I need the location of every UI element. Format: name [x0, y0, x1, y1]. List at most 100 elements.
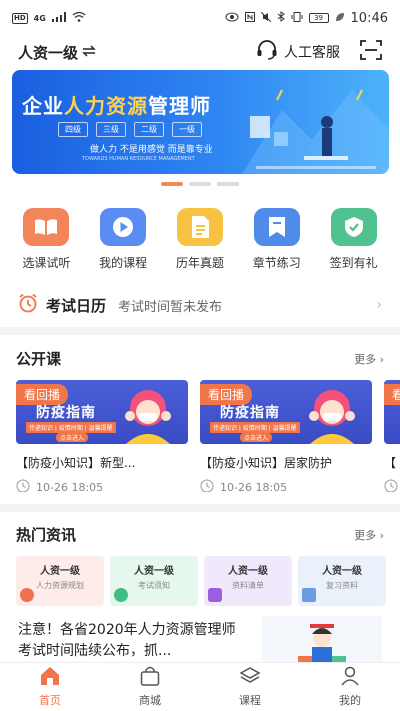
- tab-label: 课程: [239, 694, 261, 707]
- home-icon: [39, 666, 61, 689]
- section-divider: [0, 327, 400, 335]
- battery-indicator: 39: [308, 13, 329, 23]
- customer-service-button[interactable]: 人工客服: [256, 40, 340, 64]
- carousel-dot[interactable]: [217, 182, 239, 186]
- quick-action-label: 历年真题: [175, 256, 224, 270]
- thumbnail-button: 点击进入: [240, 433, 273, 442]
- calendar-status: 考试时间暂未发布: [118, 299, 223, 315]
- quick-action-label: 我的课程: [99, 256, 148, 270]
- course-card[interactable]: 看 【: [384, 380, 400, 492]
- top-bar: 人资一级 人工客服: [0, 36, 400, 68]
- course-time: 10-26 18:05: [200, 479, 372, 492]
- level-switcher[interactable]: 人资一级: [18, 42, 96, 63]
- news-more-link[interactable]: 更多 ›: [354, 527, 384, 543]
- tab-label: 我的: [339, 694, 361, 707]
- news-category-cards: 人资一级 人力资源规划 人资一级 考试须知 人资一级 资料清单 人资一级 复习资…: [16, 556, 400, 606]
- thumbnail-subtitle: 传递知识 | 疫情时期 | 温馨提醒: [210, 422, 300, 433]
- carousel-dots: [0, 182, 400, 186]
- hd-badge: HD: [12, 12, 28, 24]
- course-time: [384, 479, 400, 492]
- banner-levels: 四级 三级 二级 一级: [58, 122, 202, 137]
- leaf-icon: [335, 12, 345, 25]
- news-title: 热门资讯: [16, 526, 77, 544]
- nfc-icon: [244, 11, 255, 25]
- exam-calendar[interactable]: 考试日历 考试时间暂未发布 ›: [0, 283, 400, 327]
- quick-action-past-papers[interactable]: 历年真题: [168, 208, 232, 271]
- banner-title: 企业人力资源管理师: [22, 94, 211, 118]
- quick-action-label: 选课试听: [22, 256, 71, 270]
- course-time: 10-26 18:05: [16, 479, 188, 492]
- tab-label: 首页: [39, 694, 61, 707]
- course-thumbnail: 看回播 防疫指南 传递知识 | 疫情时期 | 温馨提醒 点击进入: [200, 380, 372, 444]
- news-headline[interactable]: 注意！各省2020年人力资源管理师考试时间陆续公布，抓...: [18, 620, 248, 662]
- user-icon: [339, 666, 361, 689]
- status-bar: HD 4G 39 10:46: [0, 0, 400, 36]
- course-card[interactable]: 看回播 防疫指南 传递知识 | 疫情时期 | 温馨提醒 点击进入 【防疫小知识】…: [16, 380, 188, 492]
- tab-label: 商城: [139, 694, 161, 707]
- course-thumbnail: 看: [384, 380, 400, 444]
- masked-person-illustration: [302, 386, 362, 444]
- course-carousel: 看回播 防疫指南 传递知识 | 疫情时期 | 温馨提醒 点击进入 【防疫小知识】…: [16, 380, 400, 492]
- course-name: 【防疫小知识】居家防护: [200, 456, 333, 470]
- shop-bag-icon: [139, 666, 161, 689]
- news-card[interactable]: 人资一级 考试须知: [110, 556, 198, 606]
- carousel-dot[interactable]: [161, 182, 183, 186]
- banner-slogan: 做人力 不是用感觉 而是靠专业: [90, 145, 213, 155]
- scan-icon[interactable]: [360, 40, 382, 64]
- news-card[interactable]: 人资一级 人力资源规划: [16, 556, 104, 606]
- signal-label: 4G: [33, 13, 46, 23]
- quick-action-label: 章节练习: [252, 256, 301, 270]
- tab-courses[interactable]: 课程: [200, 663, 300, 711]
- flame-icon: [20, 588, 34, 602]
- thumbnail-title: 防疫指南: [36, 405, 96, 421]
- books-icon: [302, 588, 316, 602]
- open-course-header: 公开课 更多 ›: [0, 348, 400, 369]
- book-icon: [23, 208, 70, 246]
- swap-icon: [82, 43, 96, 61]
- quick-action-label: 签到有礼: [329, 256, 378, 270]
- promo-banner[interactable]: 企业人力资源管理师 四级 三级 二级 一级 做人力 不是用感觉 而是靠专业 TOWAR…: [12, 70, 389, 174]
- bag-icon: [208, 588, 222, 602]
- quick-action-trial[interactable]: 选课试听: [14, 208, 78, 271]
- clock-icon: [384, 479, 398, 492]
- play-icon: [100, 208, 147, 246]
- open-course-title: 公开课: [16, 350, 62, 368]
- banner-subtitle: TOWARDS HUMAN RESOURCE MANAGEMENT: [82, 156, 195, 162]
- clock-icon: [16, 479, 30, 492]
- service-label: 人工客服: [284, 45, 340, 61]
- carousel-dot[interactable]: [189, 182, 211, 186]
- eye-icon: [225, 12, 239, 25]
- news-header: 热门资讯 更多 ›: [0, 524, 400, 545]
- section-divider: [0, 504, 400, 512]
- course-name: 【防疫小知识】新型...: [16, 456, 136, 470]
- masked-person-illustration: [118, 386, 178, 444]
- quick-actions: 选课试听 我的课程 历年真题 章节练习 签到有礼: [0, 208, 400, 271]
- mute-icon: [260, 11, 271, 25]
- bookmark-icon: [253, 208, 300, 246]
- tab-shop[interactable]: 商城: [100, 663, 200, 711]
- course-thumbnail: 看回播 防疫指南 传递知识 | 疫情时期 | 温馨提醒 点击进入: [16, 380, 188, 444]
- layers-icon: [239, 666, 261, 689]
- quick-action-checkin[interactable]: 签到有礼: [322, 208, 386, 271]
- open-course-more-link[interactable]: 更多 ›: [354, 351, 384, 367]
- check-shield-icon: [330, 208, 377, 246]
- quick-action-chapter-practice[interactable]: 章节练习: [245, 208, 309, 271]
- alarm-clock-icon: [18, 293, 38, 317]
- thumbnail-subtitle: 传递知识 | 疫情时期 | 温馨提醒: [26, 422, 116, 433]
- tab-mine[interactable]: 我的: [300, 663, 400, 711]
- level-label: 人资一级: [18, 43, 79, 62]
- quick-action-my-courses[interactable]: 我的课程: [91, 208, 155, 271]
- headset-icon: [256, 40, 278, 64]
- student-illustration: [262, 616, 382, 664]
- tab-home[interactable]: 首页: [0, 663, 100, 711]
- news-thumbnail[interactable]: [262, 616, 382, 664]
- news-card[interactable]: 人资一级 复习资料: [298, 556, 386, 606]
- course-card[interactable]: 看回播 防疫指南 传递知识 | 疫情时期 | 温馨提醒 点击进入 【防疫小知识】…: [200, 380, 372, 492]
- thumbnail-button: 点击进入: [56, 433, 89, 442]
- news-card[interactable]: 人资一级 资料清单: [204, 556, 292, 606]
- chevron-right-icon: ›: [376, 297, 382, 313]
- bluetooth-icon: [277, 11, 285, 25]
- document-icon: [176, 208, 223, 246]
- clock-icon: [200, 479, 214, 492]
- alert-icon: [114, 588, 128, 602]
